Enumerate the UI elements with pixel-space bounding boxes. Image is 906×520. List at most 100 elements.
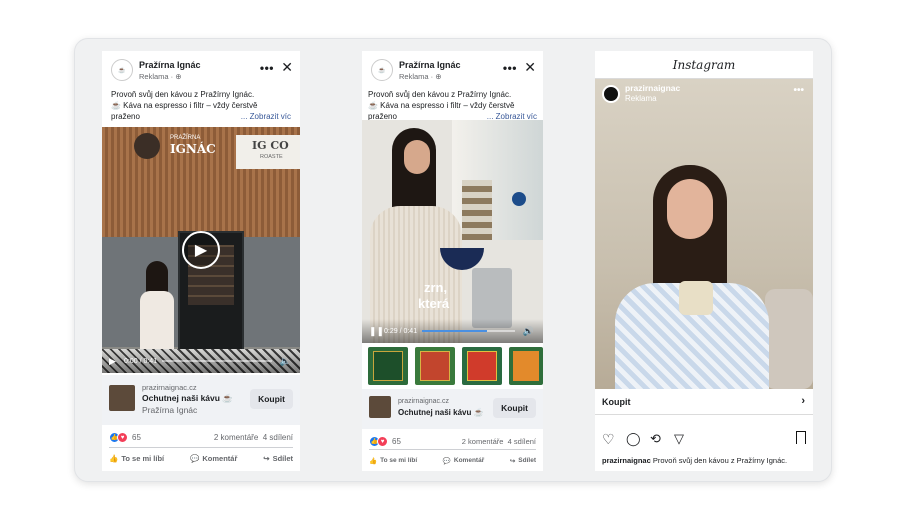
- comments-shares: 2 komentáře 4 sdílení: [462, 437, 536, 446]
- comment-button[interactable]: 💬 Komentář: [443, 457, 484, 465]
- comment-icon: 💬: [442, 457, 451, 465]
- buy-button[interactable]: Koupit: [493, 398, 536, 418]
- cta-title: Ochutnej naši kávu ☕: [142, 393, 233, 403]
- love-reaction-icon: ♥: [117, 432, 128, 443]
- comment-label: Komentář: [453, 457, 485, 464]
- post-caption: Provoň svůj den kávou z Pražírny Ignác. …: [362, 89, 543, 122]
- ig-caption: prazirnaignac Provoň svůj den kávou z Pr…: [602, 456, 787, 465]
- ig-caption-user[interactable]: prazirnaignac: [602, 456, 651, 465]
- ig-buy-bar[interactable]: Koupit ›: [595, 389, 813, 415]
- caption-line: Provoň svůj den kávou z Pražírny Ignác.: [368, 90, 512, 99]
- product-card[interactable]: [368, 347, 408, 385]
- play-icon[interactable]: ▶: [182, 231, 220, 269]
- sign-text: PRAŽÍRNA: [170, 135, 201, 141]
- buy-button[interactable]: Koupit: [250, 389, 293, 409]
- more-icon[interactable]: •••: [793, 85, 804, 96]
- comments-count[interactable]: 2 komentáře: [462, 437, 504, 446]
- heart-icon[interactable]: ♡: [602, 431, 615, 448]
- ad-video[interactable]: prazirnaignac Reklama •••: [595, 79, 813, 389]
- action-bar: 👍 To se mi líbí 💬 Komentář ↪ Sdílet: [109, 447, 293, 469]
- accent-dot: [512, 192, 526, 206]
- share-button[interactable]: ↪ Sdílet: [263, 454, 293, 463]
- comment-icon[interactable]: ◯: [626, 431, 641, 447]
- share-icon: ↪: [509, 457, 516, 465]
- share-label: Sdílet: [518, 457, 536, 464]
- post-header: ☕ Pražírna Ignác Reklama · ⊕ ••• ✕: [102, 51, 300, 89]
- caption-line: ☕ Káva na espresso i filtr – vždy čerstv…: [111, 101, 258, 110]
- post-header: ☕ Pražírna Ignác Reklama · ⊕ ••• ✕: [362, 51, 543, 89]
- reactions-count: 65: [392, 437, 401, 446]
- love-reaction-icon: ♥: [377, 436, 388, 447]
- product-carousel[interactable]: [362, 343, 543, 389]
- action-bar: 👍 To se mi líbí 💬 Komentář ↪ Sdílet: [369, 449, 536, 471]
- video-overlay-text: zrn,: [424, 280, 448, 295]
- sign-text: IG CO: [252, 139, 289, 152]
- page-name[interactable]: Pražírna Ignác: [399, 60, 461, 70]
- like-button[interactable]: 👍 To se mi líbí: [109, 454, 164, 463]
- chevron-right-icon: ›: [801, 395, 805, 407]
- ig-caption-text: Provoň svůj den kávou z Pražírny Ignác.: [652, 456, 788, 465]
- video-time: 0:29 / 0:41: [384, 328, 418, 335]
- engagement-stats: 👍 ♥ 65 2 komentáře 4 sdílení: [102, 427, 300, 447]
- ig-sponsored: Reklama: [625, 94, 657, 103]
- instagram-title: Instagram: [595, 51, 813, 79]
- reactions[interactable]: 👍 ♥ 65: [369, 436, 401, 447]
- product-card[interactable]: [509, 347, 543, 385]
- send-icon[interactable]: ▽: [674, 431, 684, 447]
- video-progress[interactable]: [162, 360, 272, 362]
- repost-icon[interactable]: ⟲: [650, 431, 661, 447]
- share-button[interactable]: ↪ Sdílet: [510, 457, 536, 465]
- video-controls: ▶ 0:00 / 0:41 🔈: [102, 349, 300, 373]
- like-label: To se mi líbí: [121, 454, 165, 463]
- caption-line: ☕ Káva na espresso i filtr – vždy čerstv…: [368, 101, 515, 110]
- caption-line: Provoň svůj den kávou z Pražírny Ignác.: [111, 90, 255, 99]
- volume-icon[interactable]: 🔈: [280, 356, 291, 367]
- ig-action-icons: ♡ ◯ ⟲ ▽: [602, 431, 806, 449]
- ad-video[interactable]: zrn, která ❚❚ 0:29 / 0:41 🔊: [362, 120, 543, 343]
- cta-thumbnail: [109, 385, 135, 411]
- like-label: To se mi líbí: [380, 457, 418, 464]
- sign-text: IGNÁC: [170, 142, 216, 156]
- more-icon[interactable]: •••: [260, 61, 274, 75]
- bookmark-icon[interactable]: [796, 431, 806, 444]
- share-icon: ↪: [263, 454, 270, 463]
- play-small-icon[interactable]: ▶: [109, 356, 116, 367]
- cta-domain: prazirnaignac.cz: [398, 398, 449, 405]
- woman-figure: [609, 165, 779, 389]
- ig-avatar[interactable]: [602, 85, 620, 103]
- comment-button[interactable]: 💬 Komentář: [190, 454, 237, 463]
- pause-icon[interactable]: ❚❚: [369, 326, 384, 337]
- share-label: Sdílet: [272, 454, 293, 463]
- like-button[interactable]: 👍 To se mi líbí: [369, 457, 417, 465]
- video-progress[interactable]: [422, 330, 515, 332]
- product-card[interactable]: [415, 347, 455, 385]
- reactions-count: 65: [132, 433, 141, 442]
- close-icon[interactable]: ✕: [281, 59, 293, 76]
- caption-line: praženo: [111, 112, 140, 121]
- more-icon[interactable]: •••: [503, 61, 517, 75]
- sponsored-label: Reklama · ⊕: [399, 72, 442, 81]
- page-avatar[interactable]: ☕: [371, 59, 393, 81]
- engagement-stats: 👍 ♥ 65 2 komentáře 4 sdílení: [362, 431, 543, 451]
- cta-bar: prazirnaignac.cz Ochutnej naši kávu ☕ Pr…: [102, 375, 300, 425]
- shares-count[interactable]: 4 sdílení: [263, 433, 293, 442]
- reactions[interactable]: 👍 ♥ 65: [109, 432, 141, 443]
- page-avatar[interactable]: ☕: [111, 59, 133, 81]
- comments-count[interactable]: 2 komentáře: [214, 433, 258, 442]
- sign-logo: [134, 133, 160, 159]
- comments-shares: 2 komentáře 4 sdílení: [214, 433, 293, 442]
- like-icon: 👍: [109, 454, 119, 463]
- page-name[interactable]: Pražírna Ignác: [139, 60, 201, 70]
- see-more-link[interactable]: ... Zobrazit víc: [241, 111, 291, 122]
- comment-icon: 💬: [190, 454, 200, 463]
- sponsored-label: Reklama · ⊕: [139, 72, 182, 81]
- facebook-ad-preview-2: ☕ Pražírna Ignác Reklama · ⊕ ••• ✕ Provo…: [362, 51, 543, 471]
- ig-username[interactable]: prazirnaignac: [625, 83, 680, 93]
- volume-icon[interactable]: 🔊: [523, 326, 534, 337]
- close-icon[interactable]: ✕: [524, 59, 536, 76]
- video-progress-fill: [422, 330, 488, 332]
- shares-count[interactable]: 4 sdílení: [508, 437, 536, 446]
- ad-video[interactable]: PRAŽÍRNA IGNÁC IG CO ROASTE ▶ ▶ 0:00 / 0…: [102, 127, 300, 373]
- ig-buy-label: Koupit: [602, 397, 631, 407]
- product-card[interactable]: [462, 347, 502, 385]
